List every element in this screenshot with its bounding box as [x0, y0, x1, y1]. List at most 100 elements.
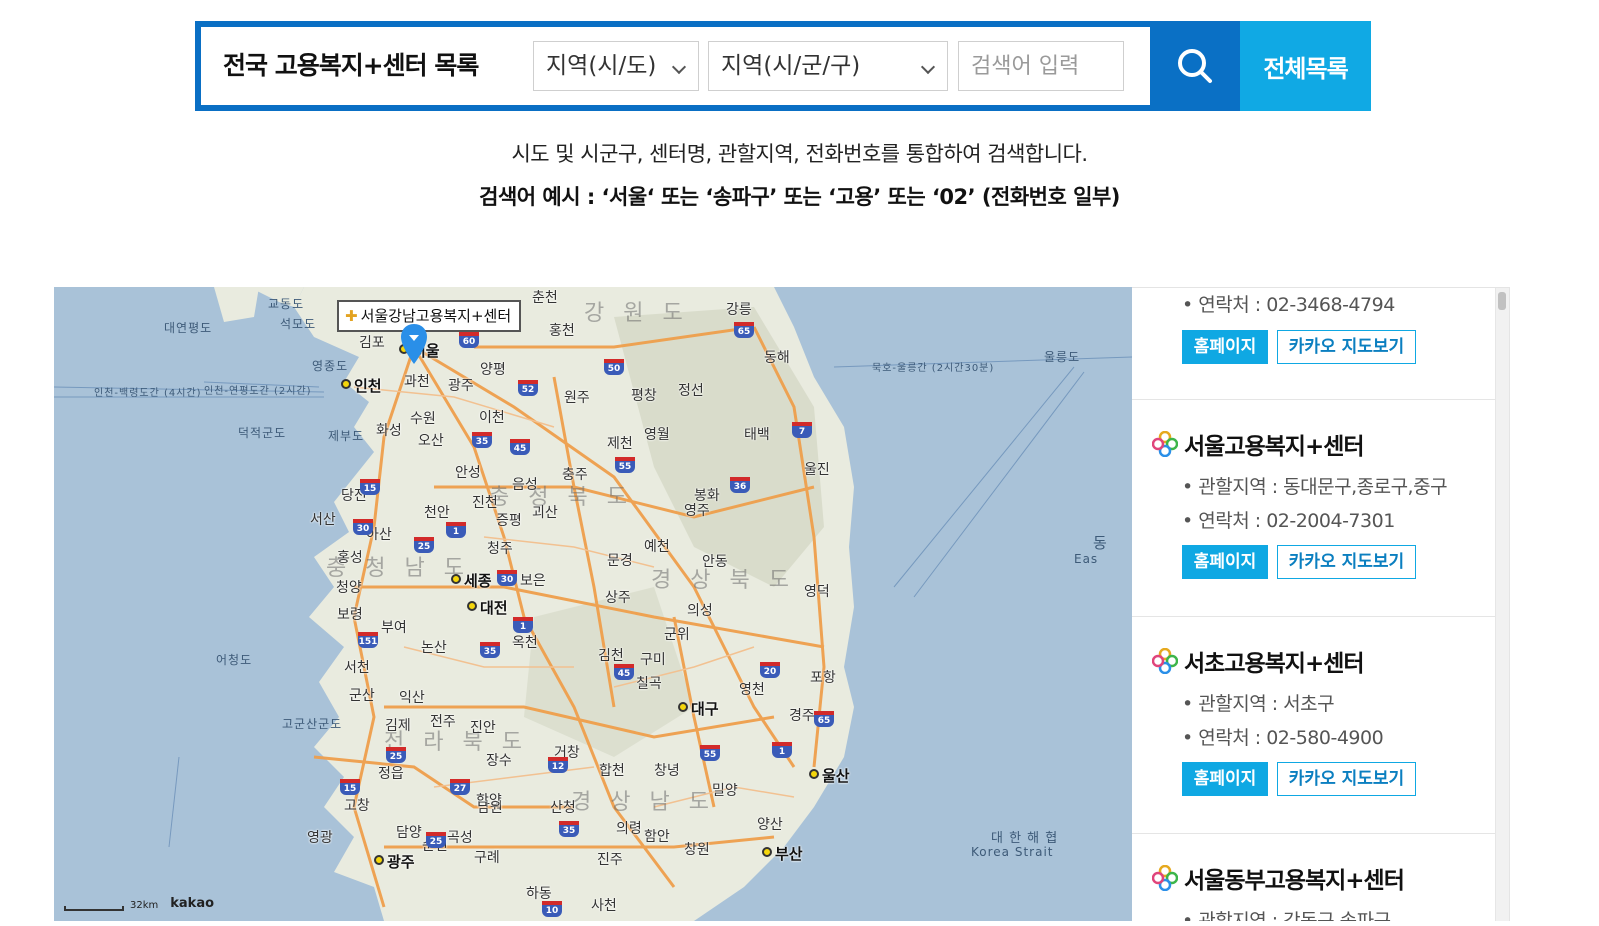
route-shield: 36 — [730, 477, 750, 493]
center-area: • 관할지역 : 강동구,송파구 — [1182, 910, 1391, 921]
homepage-button[interactable]: 홈페이지 — [1182, 545, 1268, 579]
city-label: 세종 — [464, 572, 492, 590]
route-shield: 25 — [414, 537, 434, 553]
city-marker — [809, 769, 819, 779]
place-label: 고창 — [344, 798, 370, 814]
place-label: 구례 — [474, 850, 500, 866]
place-label: 서산 — [310, 512, 336, 528]
place-label: 진주 — [597, 852, 623, 868]
place-label: 군위 — [664, 627, 690, 643]
center-name: 서울고용복지+센터 — [1152, 427, 1365, 461]
place-label: 옥천 — [512, 635, 538, 651]
scrollbar-thumb[interactable] — [1498, 292, 1506, 310]
scale-label: 32km — [130, 900, 159, 911]
island-label: 덕적군도 — [238, 426, 287, 440]
route-shield: 15 — [360, 479, 380, 495]
place-label: 수원 — [410, 411, 436, 427]
homepage-button[interactable]: 홈페이지 — [1182, 330, 1268, 364]
place-label: 포항 — [810, 670, 836, 686]
sea-label: Korea Strait — [971, 845, 1054, 859]
place-label: 광주 — [448, 378, 474, 394]
route-shield: 12 — [548, 757, 568, 773]
chevron-down-icon — [920, 59, 936, 75]
sea-label: 대 한 해 협 — [991, 831, 1059, 846]
search-example-text: 검색어 예시 : ‘서울‘ 또는 ‘송파구’ 또는 ‘고용’ 또는 ‘02’ (… — [479, 185, 1120, 209]
center-name: 서초고용복지+센터 — [1152, 644, 1365, 678]
center-logo-icon — [1152, 431, 1178, 457]
place-label: 영천 — [739, 682, 765, 698]
route-shield: 50 — [604, 359, 624, 375]
city-label: 울산 — [822, 767, 850, 785]
place-label: 동해 — [764, 350, 790, 366]
map-pin-icon[interactable] — [401, 324, 427, 364]
island-label: 교동도 — [268, 297, 305, 311]
place-label: 상주 — [605, 590, 631, 606]
center-logo-icon — [1152, 648, 1178, 674]
center-name: 서울동부고용복지+센터 — [1152, 861, 1405, 895]
place-label: 곡성 — [447, 830, 473, 846]
route-shield: 35 — [472, 432, 492, 448]
district-select[interactable]: 지역(시/군/구) — [708, 41, 948, 91]
map-view[interactable]: 강 원 도 충 청 북 도 충 청 남 도 경 상 북 도 전 라 북 도 경 … — [54, 287, 1132, 921]
place-label: 안성 — [455, 465, 481, 481]
list-scrollbar[interactable] — [1495, 288, 1509, 921]
place-label: 청주 — [487, 541, 513, 557]
center-phone: • 연락처 : 02-2004-7301 — [1182, 510, 1395, 532]
island-label: 울릉도 — [1044, 350, 1081, 364]
place-label: 사천 — [591, 898, 617, 914]
place-label: 진안 — [470, 720, 496, 736]
center-area: • 관할지역 : 서초구 — [1182, 693, 1335, 715]
place-label: 칠곡 — [636, 676, 662, 692]
place-label: 증평 — [496, 513, 522, 529]
region-select[interactable]: 지역(시/도) — [533, 41, 699, 91]
route-shield: 30 — [497, 570, 517, 586]
route-shield: 55 — [615, 457, 635, 473]
kakao-map-button[interactable]: 카카오 지도보기 — [1277, 762, 1416, 796]
route-shield: 45 — [614, 664, 634, 680]
center-phone: • 연락처 : 02-580-4900 — [1182, 727, 1384, 749]
search-help-text: 시도 및 시군구, 센터명, 관할지역, 전화번호를 통합하여 검색합니다. — [511, 142, 1088, 166]
all-list-button[interactable]: 전체목록 — [1240, 21, 1371, 111]
city-marker — [678, 702, 688, 712]
island-label: 석모도 — [280, 317, 317, 331]
city-label: 부산 — [775, 845, 803, 863]
map-provider-logo: kakao — [170, 896, 215, 911]
place-label: 영광 — [307, 830, 333, 846]
place-label: 전주 — [430, 714, 456, 730]
map-region-label: 경 상 남 도 — [571, 790, 715, 815]
city-marker — [762, 847, 772, 857]
route-shield: 25 — [386, 747, 406, 763]
place-label: 양산 — [757, 817, 783, 833]
center-list[interactable]: • 연락처 : 02-3468-4794 홈페이지 카카오 지도보기 서울고용복… — [1132, 287, 1510, 921]
center-card: 서초고용복지+센터 • 관할지역 : 서초구 • 연락처 : 02-580-49… — [1132, 617, 1495, 834]
kakao-map-button[interactable]: 카카오 지도보기 — [1277, 330, 1416, 364]
place-label: 하동 — [526, 886, 552, 902]
place-label: 보령 — [337, 607, 363, 623]
place-label: 의령 — [616, 821, 642, 837]
place-label: 안동 — [702, 554, 728, 570]
place-label: 홍천 — [549, 323, 575, 339]
place-label: 이천 — [479, 410, 505, 426]
route-shield: 65 — [734, 322, 754, 338]
place-label: 태백 — [744, 427, 770, 443]
homepage-button[interactable]: 홈페이지 — [1182, 762, 1268, 796]
place-label: 군산 — [349, 688, 375, 704]
search-button[interactable] — [1150, 21, 1240, 111]
city-marker — [467, 601, 477, 611]
island-label: 어청도 — [216, 653, 253, 667]
place-label: 원주 — [564, 390, 590, 406]
route-shield: 1 — [772, 742, 792, 758]
center-area: • 관할지역 : 동대문구,종로구,중구 — [1182, 476, 1448, 498]
place-label: 예천 — [644, 539, 670, 555]
place-label: 합천 — [599, 763, 625, 779]
route-shield: 10 — [542, 901, 562, 917]
map-marker-tooltip[interactable]: ✚ 서울강남고용복지+센터 — [337, 300, 522, 332]
place-label: 강릉 — [726, 302, 752, 318]
center-logo-icon: ✚ — [345, 307, 358, 325]
search-input[interactable] — [958, 41, 1124, 91]
place-label: 경주 — [789, 708, 815, 724]
kakao-map-button[interactable]: 카카오 지도보기 — [1277, 545, 1416, 579]
island-label: 고군산군도 — [282, 717, 343, 731]
place-label: 보은 — [520, 573, 546, 589]
route-shield: 52 — [518, 380, 538, 396]
